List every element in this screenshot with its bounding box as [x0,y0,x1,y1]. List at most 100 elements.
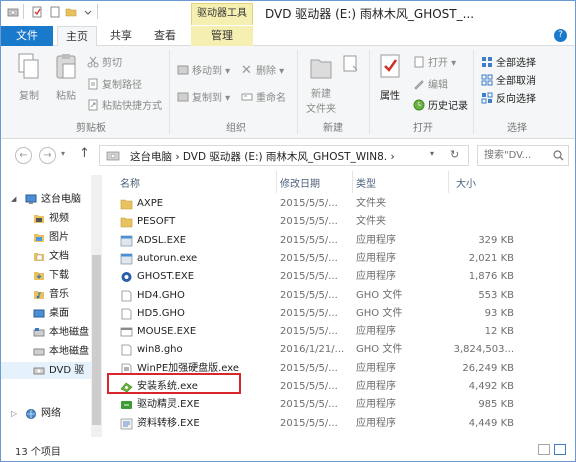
copy-to-button[interactable]: 复制到 ▾ [177,91,230,105]
column-header-date[interactable]: 修改日期 [280,175,320,190]
new-item-icon[interactable] [341,54,361,74]
file-size: 2,021 KB [468,252,514,264]
file-date: 2015/5/5/... [280,289,338,301]
copy-to-icon [177,92,189,102]
file-name: MOUSE.EXE [137,326,197,338]
column-divider[interactable] [352,171,353,193]
tab-home[interactable]: 主页 [57,26,97,47]
folder-icon [120,217,133,228]
search-icon [553,150,564,161]
file-type: 应用程序 [356,234,396,246]
invert-selection-button[interactable]: 反向选择 [481,92,536,106]
tab-share[interactable]: 共享 [103,26,139,46]
column-divider[interactable] [448,171,449,193]
file-row[interactable]: 资料转移.EXE 2015/5/5/... 应用程序 4,449 KB [108,415,574,433]
exe-icon [120,327,133,337]
new-folder-button[interactable]: 新建 文件夹 [301,52,341,115]
address-dropdown-icon[interactable]: ▾ [430,149,434,158]
refresh-icon[interactable]: ↻ [450,148,459,161]
history-button[interactable]: 历史记录 [413,99,468,113]
dvd-drive-icon [33,367,45,375]
computer-icon [25,194,37,204]
copy-path-button[interactable]: 复制路径 [87,78,142,92]
item-count: 13 个项目 [15,447,61,458]
tab-file[interactable]: 文件 [1,26,53,46]
network-icon [26,409,36,419]
column-header-name[interactable]: 名称 [120,175,140,190]
address-bar[interactable]: 这台电脑 › DVD 驱动器 (E:) 雨林木风_GHOST_WIN8. › ▾… [99,145,469,166]
file-row[interactable]: autorun.exe 2015/5/5/... 应用程序 2,021 KB [108,250,574,268]
rename-label: 重命名 [256,93,286,104]
column-header-size[interactable]: 大小 [456,175,476,190]
search-box[interactable] [477,145,569,166]
paste-shortcut-label: 粘贴快捷方式 [102,101,162,112]
open-icon [414,56,424,68]
nav-item-label: 下载 [49,270,69,281]
file-row[interactable]: MOUSE.EXE 2015/5/5/... 应用程序 12 KB [108,323,574,341]
file-size: 985 KB [478,399,514,411]
delete-button[interactable]: ✕ 删除 ▾ [241,64,284,78]
customize-quick-access-icon[interactable] [83,6,93,18]
rename-button[interactable]: 重命名 [241,91,286,105]
scissors-icon [87,56,99,68]
move-to-button[interactable]: 移动到 ▾ [177,64,230,78]
file-row[interactable]: ADSL.EXE 2015/5/5/... 应用程序 329 KB [108,232,574,250]
nav-item-label: 本地磁盘 [49,327,89,338]
details-view-button[interactable] [538,444,550,455]
scrollbar-thumb[interactable] [92,255,101,425]
properties-icon [380,54,400,78]
folder-quick-icon[interactable] [65,6,77,18]
edit-icon [414,80,424,90]
search-input[interactable] [478,146,548,165]
properties-quick-icon[interactable] [31,6,43,18]
select-all-label: 全部选择 [496,58,536,69]
up-arrow-icon[interactable]: ↑ [79,146,90,161]
file-row[interactable]: win8.gho 2016/1/21/... GHO 文件 3,824,503... [108,341,574,359]
nav-pane-scrollbar[interactable] [91,175,102,437]
ribbon-divider [297,50,298,134]
file-size: 1,876 KB [468,271,514,283]
new-folder-quick-icon[interactable] [49,6,61,18]
file-row[interactable]: AXPE 2015/5/5/... 文件夹 [108,195,574,213]
file-row[interactable]: HD5.GHO 2015/5/5/... GHO 文件 93 KB [108,305,574,323]
delete-label: 删除 [256,66,276,77]
select-all-button[interactable]: 全部选择 [481,56,536,70]
tab-manage[interactable]: 管理 [191,26,253,46]
help-icon[interactable]: ? [554,29,567,42]
large-icons-view-button[interactable] [554,444,566,455]
back-button[interactable]: ← [15,147,32,164]
file-type: 应用程序 [356,252,396,264]
open-button[interactable]: 打开 ▾ [413,56,456,70]
column-divider[interactable] [276,171,277,193]
file-row[interactable]: GHOST.EXE 2015/5/5/... 应用程序 1,876 KB [108,268,574,286]
file-date: 2015/5/5/... [280,381,338,392]
file-row[interactable]: HD4.GHO 2015/5/5/... GHO 文件 553 KB [108,287,574,305]
select-none-button[interactable]: 全部取消 [481,74,536,88]
file-date: 2015/5/5/... [280,399,338,411]
nav-item-label: DVD 驱 [49,365,85,376]
edit-button[interactable]: 编辑 [413,78,448,92]
transfer-app-icon [120,418,133,429]
paste-button[interactable]: 粘贴 [51,52,81,102]
file-row[interactable]: PESOFT 2015/5/5/... 文件夹 [108,213,574,231]
nav-item-dvd-drive[interactable]: DVD 驱 [1,362,91,379]
cut-button[interactable]: 剪切 [87,56,122,70]
forward-arrow-icon: → [43,150,52,161]
recent-locations-icon[interactable]: ▾ [61,149,65,158]
forward-button[interactable]: → [39,147,56,164]
tab-view[interactable]: 查看 [147,26,183,46]
properties-button[interactable]: 属性 [373,52,407,102]
file-name: GHOST.EXE [137,271,195,283]
paste-shortcut-button[interactable]: 粘贴快捷方式 [87,99,162,113]
music-folder-icon [34,291,44,299]
collapse-icon[interactable]: ◢ [11,191,16,208]
file-icon [121,290,132,301]
context-tab-label: 驱动器工具 [197,8,247,19]
copy-button[interactable]: 复制 [9,52,49,102]
file-row[interactable]: 驱动精灵.EXE 2015/5/5/... 应用程序 985 KB [108,396,574,414]
paste-shortcut-icon [88,99,98,111]
column-header-type[interactable]: 类型 [356,175,376,190]
expand-icon[interactable]: ▷ [11,405,17,422]
navigation-pane: ◢ 这台电脑 视频 图片 文档 下载 音乐 桌面 本地磁盘 本地磁盘 DVD 驱… [1,171,103,437]
file-name: autorun.exe [137,252,198,264]
